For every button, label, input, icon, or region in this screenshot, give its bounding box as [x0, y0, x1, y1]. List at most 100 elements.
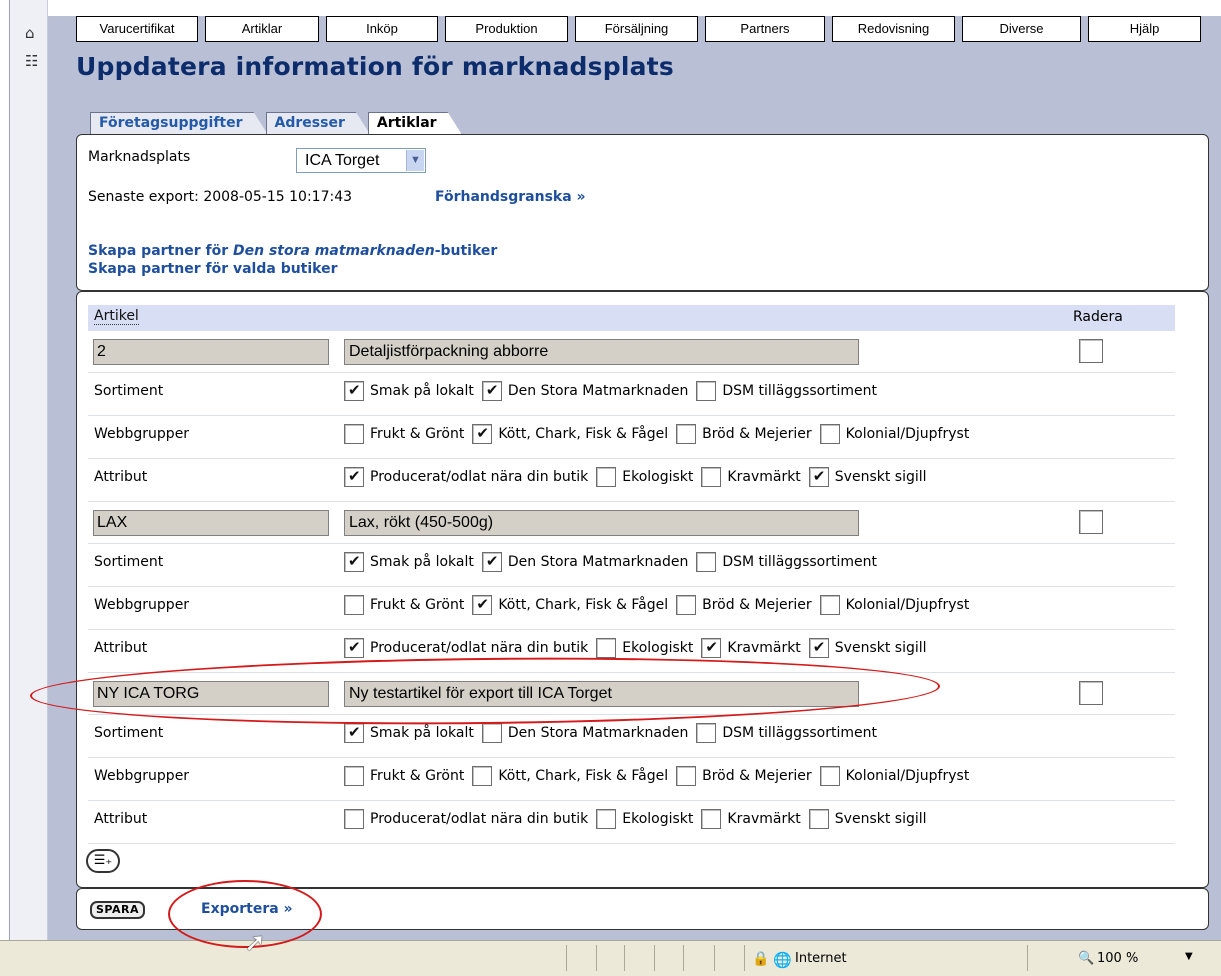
- menu-list-icon[interactable]: ☷: [25, 52, 43, 70]
- sortiment-option: Den Stora Matmarknaden: [481, 381, 688, 401]
- sortiment-checkbox[interactable]: [696, 381, 717, 401]
- sortiment-checkbox[interactable]: [481, 381, 502, 401]
- col-artikel[interactable]: Artikel: [94, 309, 139, 325]
- col-radera: Radera: [1073, 309, 1123, 325]
- attribut-checkbox[interactable]: [808, 467, 829, 487]
- sortiment-checkbox[interactable]: [696, 552, 717, 572]
- market-select[interactable]: ICA Torget ▼: [296, 148, 426, 173]
- webbgrupper-checkbox[interactable]: [344, 595, 364, 615]
- attribut-option-label: Kravmärkt: [727, 640, 801, 656]
- sortiment-options: Smak på lokalt Den Stora Matmarknaden DSM …: [344, 381, 885, 401]
- chevron-down-icon[interactable]: ▼: [406, 150, 424, 171]
- webbgrupper-row: Webbgrupper Frukt & Grönt Kött, Chark, Fis…: [88, 416, 1175, 459]
- preview-link[interactable]: Förhandsgranska »: [435, 189, 586, 205]
- attribut-checkbox[interactable]: [701, 809, 722, 829]
- webbgrupper-option-label: Bröd & Mejerier: [702, 768, 812, 784]
- webbgrupper-checkbox[interactable]: [472, 424, 493, 444]
- webbgrupper-checkbox[interactable]: [472, 595, 493, 615]
- sortiment-option: DSM tilläggssortiment: [696, 552, 877, 572]
- webbgrupper-checkbox[interactable]: [344, 424, 364, 444]
- article-description-field[interactable]: Ny testartikel för export till ICA Torge…: [344, 681, 859, 707]
- export-link[interactable]: Exportera »: [201, 901, 293, 917]
- attribut-option: Svenskt sigill: [808, 809, 927, 829]
- sortiment-checkbox[interactable]: [481, 723, 502, 743]
- save-button[interactable]: SPARA: [90, 901, 145, 919]
- menu-inkop[interactable]: Inköp: [326, 16, 438, 42]
- webbgrupper-option-label: Kött, Chark, Fisk & Fågel: [498, 597, 669, 613]
- attribut-checkbox[interactable]: [596, 638, 617, 658]
- webbgrupper-option: Frukt & Grönt: [344, 595, 464, 615]
- article-description-field[interactable]: Lax, rökt (450-500g): [344, 510, 859, 536]
- sortiment-row: Sortiment Smak på lokalt Den Stora Matmark…: [88, 544, 1175, 587]
- webbgrupper-checkbox[interactable]: [676, 766, 697, 786]
- attribut-checkbox[interactable]: [344, 638, 364, 658]
- webbgrupper-checkbox[interactable]: [676, 424, 697, 444]
- attribut-checkbox[interactable]: [808, 638, 829, 658]
- delete-checkbox[interactable]: [1079, 510, 1103, 534]
- menu-artiklar[interactable]: Artiklar: [205, 16, 319, 42]
- attribut-option-label: Producerat/odlat nära din butik: [370, 640, 589, 656]
- webbgrupper-option-label: Kött, Chark, Fisk & Fågel: [498, 426, 669, 442]
- delete-checkbox[interactable]: [1079, 681, 1103, 705]
- article-code-field[interactable]: NY ICA TORG: [93, 681, 329, 707]
- menu-redovisning[interactable]: Redovisning: [832, 16, 955, 42]
- webbgrupper-checkbox[interactable]: [344, 766, 364, 786]
- attribut-row: Attribut Producerat/odlat nära din butik E…: [88, 630, 1175, 673]
- attribut-label: Attribut: [94, 640, 148, 656]
- zoom-icon[interactable]: 🔍: [1078, 951, 1094, 966]
- create-partner-suffix: -butiker: [434, 243, 498, 259]
- webbgrupper-checkbox[interactable]: [819, 766, 840, 786]
- attribut-checkbox[interactable]: [808, 809, 829, 829]
- menu-forsaljning[interactable]: Försäljning: [575, 16, 698, 42]
- tab-adresser[interactable]: Adresser: [266, 112, 370, 134]
- delete-checkbox[interactable]: [1079, 339, 1103, 363]
- create-partner-italic: Den stora matmarknaden: [232, 243, 435, 259]
- attribut-option: Kravmärkt: [701, 638, 801, 658]
- sortiment-checkbox[interactable]: [481, 552, 502, 572]
- menu-produktion[interactable]: Produktion: [445, 16, 568, 42]
- attribut-option: Producerat/odlat nära din butik: [344, 467, 588, 487]
- sortiment-label: Sortiment: [94, 725, 164, 741]
- attribut-checkbox[interactable]: [701, 467, 722, 487]
- sortiment-checkbox[interactable]: [696, 723, 717, 743]
- tab-foretagsuppgifter[interactable]: Företagsuppgifter: [90, 112, 268, 134]
- attribut-checkbox[interactable]: [344, 467, 364, 487]
- sortiment-option: Smak på lokalt: [344, 723, 474, 743]
- sortiment-checkbox[interactable]: [344, 552, 364, 572]
- sortiment-option-label: DSM tilläggssortiment: [722, 554, 877, 570]
- menu-varucertifikat[interactable]: Varucertifikat: [76, 16, 198, 42]
- webbgrupper-checkbox[interactable]: [472, 766, 493, 786]
- menu-diverse[interactable]: Diverse: [962, 16, 1081, 42]
- window-left-border: [0, 0, 10, 940]
- attribut-checkbox[interactable]: [701, 638, 722, 658]
- attribut-checkbox[interactable]: [596, 467, 617, 487]
- attribut-checkbox[interactable]: [596, 809, 617, 829]
- article-description-field[interactable]: Detaljistförpackning abborre: [344, 339, 859, 365]
- create-partner-dsm-link[interactable]: Skapa partner för Den stora matmarknaden…: [88, 243, 497, 260]
- article-row: 2 Detaljistförpackning abborre: [88, 331, 1175, 373]
- article-code-field[interactable]: LAX: [93, 510, 329, 536]
- menu-partners[interactable]: Partners: [705, 16, 825, 42]
- webbgrupper-option-label: Bröd & Mejerier: [702, 597, 812, 613]
- attribut-row: Attribut Producerat/odlat nära din butik E…: [88, 459, 1175, 502]
- sortiment-option-label: Smak på lokalt: [370, 383, 474, 399]
- home-icon[interactable]: ⌂: [25, 24, 43, 42]
- sortiment-checkbox[interactable]: [344, 381, 364, 401]
- tab-artiklar[interactable]: Artiklar: [368, 112, 462, 134]
- create-partner-selected-link[interactable]: Skapa partner för valda butiker: [88, 261, 338, 278]
- attribut-option-label: Svenskt sigill: [834, 640, 927, 656]
- articles-panel: Artikel Radera 2 Detaljistförpackning abb…: [76, 291, 1209, 888]
- market-label: Marknadsplats: [88, 149, 191, 165]
- webbgrupper-checkbox[interactable]: [676, 595, 697, 615]
- menu-hjalp[interactable]: Hjälp: [1088, 16, 1201, 42]
- attribut-checkbox[interactable]: [344, 809, 364, 829]
- article-code-field[interactable]: 2: [93, 339, 329, 365]
- webbgrupper-checkbox[interactable]: [819, 424, 840, 444]
- zoom-dropdown-icon[interactable]: ▼: [1185, 951, 1193, 962]
- sortiment-option: DSM tilläggssortiment: [696, 723, 877, 743]
- sortiment-checkbox[interactable]: [344, 723, 364, 743]
- webbgrupper-checkbox[interactable]: [819, 595, 840, 615]
- zoom-level[interactable]: 100 %: [1097, 951, 1138, 966]
- add-article-button[interactable]: ☰₊: [86, 849, 120, 873]
- attribut-label: Attribut: [94, 469, 148, 485]
